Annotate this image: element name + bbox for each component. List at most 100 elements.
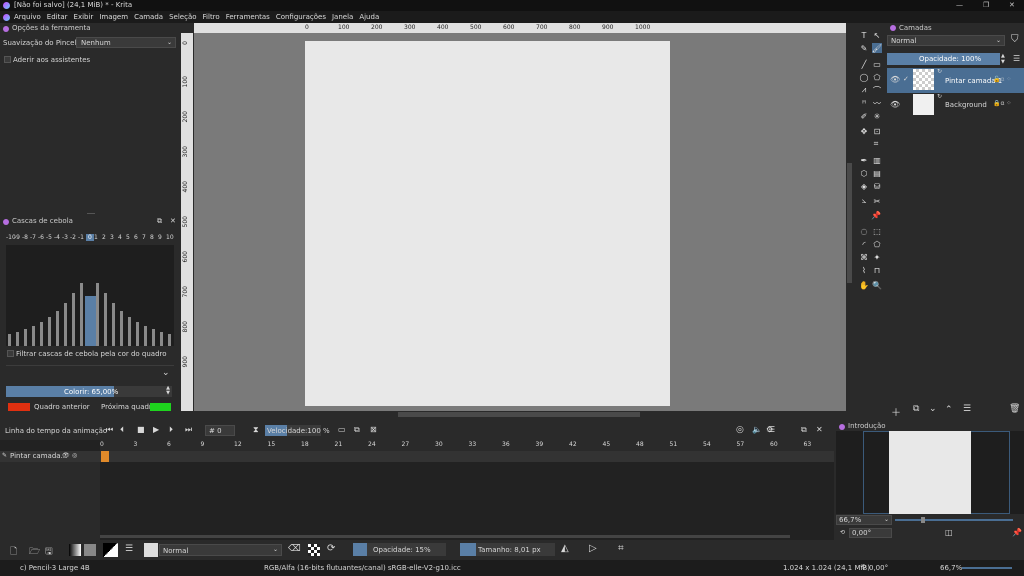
onion-opacity-bar[interactable] bbox=[112, 302, 115, 346]
onion-frame--8[interactable]: -8 bbox=[22, 234, 28, 241]
menu-ajuda[interactable]: Ajuda bbox=[359, 11, 379, 23]
canvas-workspace[interactable]: 0 100 200 300 400 500 600 700 800 900 1000 0 100 200… bbox=[181, 23, 854, 421]
onion-frame--3[interactable]: -3 bbox=[62, 234, 68, 241]
onion-opacity-bar[interactable] bbox=[56, 310, 59, 346]
move-down-icon[interactable]: ⌄ bbox=[929, 404, 937, 414]
save-icon[interactable]: 🖫 bbox=[45, 544, 53, 560]
mirror-vertical-icon[interactable]: ▷ bbox=[589, 543, 597, 554]
horizontal-scrollbar[interactable] bbox=[194, 411, 846, 421]
onion-opacity-bar[interactable] bbox=[168, 333, 171, 346]
pattern-icon[interactable] bbox=[84, 544, 96, 556]
onion-frame--2[interactable]: -2 bbox=[70, 234, 76, 241]
polygon-select-icon[interactable]: ⬠ bbox=[872, 239, 882, 249]
status-zoom-slider[interactable] bbox=[962, 567, 1012, 569]
gradient-icon[interactable] bbox=[69, 544, 81, 556]
onion-opacity-bar[interactable] bbox=[120, 310, 123, 346]
document-canvas[interactable] bbox=[305, 41, 670, 406]
brush-opacity-slider[interactable]: Opacidade: 15% bbox=[353, 543, 446, 556]
onion-opacity-bar[interactable] bbox=[8, 333, 11, 346]
timeline-scroll-thumb[interactable] bbox=[100, 535, 790, 538]
onion-opacity-bar[interactable] bbox=[152, 328, 155, 346]
assistants-checkbox[interactable] bbox=[4, 56, 11, 63]
onion-opacity-bar[interactable] bbox=[24, 328, 27, 346]
onion-opacity-bar[interactable] bbox=[144, 325, 147, 346]
bucket-icon[interactable]: ⛁ bbox=[872, 181, 882, 191]
magnetic-select-icon[interactable]: ⊓ bbox=[872, 265, 882, 275]
menu-imagem[interactable]: Imagem bbox=[99, 11, 128, 23]
onion-frame-0[interactable]: 0 bbox=[86, 234, 94, 241]
reload-preset-icon[interactable]: ⟳ bbox=[327, 543, 335, 554]
onion-frame-8[interactable]: 8 bbox=[150, 234, 154, 241]
last-frame-icon[interactable]: ⏭ bbox=[185, 425, 192, 435]
previous-frame-icon[interactable]: ⏴ bbox=[120, 425, 124, 435]
first-frame-icon[interactable]: ⏮ bbox=[106, 425, 113, 435]
onion-frame-10[interactable]: 10 bbox=[166, 234, 174, 241]
spin-arrows-icon[interactable]: ▲ ▼ bbox=[1001, 53, 1005, 65]
visibility-eye-icon[interactable]: 👁 bbox=[62, 452, 70, 459]
onion-opacity-bar[interactable] bbox=[40, 321, 43, 346]
frame-number-field[interactable]: # 0 bbox=[205, 425, 235, 436]
previous-frame-color-swatch[interactable] bbox=[8, 403, 30, 411]
add-frame-icon[interactable]: ▭ bbox=[338, 425, 346, 434]
measure-tool-icon[interactable]: ⦣ bbox=[859, 196, 869, 206]
onion-opacity-bar[interactable] bbox=[85, 295, 97, 346]
multibrush-icon[interactable]: ✳ bbox=[872, 111, 882, 121]
duplicate-layer-icon[interactable]: ⧉ bbox=[913, 404, 919, 414]
bezier-select-icon[interactable]: ⌇ bbox=[859, 265, 869, 275]
close-panel-icon[interactable]: ✕ bbox=[170, 217, 176, 225]
onion-frame-1[interactable]: 1 bbox=[94, 234, 98, 241]
float-panel-icon[interactable]: ⧉ bbox=[801, 425, 807, 435]
gradient-tool-icon[interactable]: ▤ bbox=[872, 168, 882, 178]
v-scroll-thumb[interactable] bbox=[847, 163, 852, 283]
layer-opacity-slider[interactable]: Opacidade: 100% bbox=[887, 53, 1000, 65]
brush-size-slider[interactable]: Tamanho: 8,01 px bbox=[460, 543, 555, 556]
duplicate-frame-icon[interactable]: ⧉ bbox=[354, 425, 360, 435]
maximize-button[interactable]: ❐ bbox=[983, 1, 989, 9]
vertical-scrollbar[interactable] bbox=[846, 33, 854, 411]
new-document-icon[interactable]: 🗋 bbox=[10, 544, 17, 560]
next-frame-color-swatch[interactable] bbox=[150, 403, 171, 411]
mirror-horizontal-icon[interactable]: ◭ bbox=[561, 543, 569, 554]
timeline-frames-track[interactable] bbox=[100, 451, 834, 462]
line-tool-icon[interactable]: ╱ bbox=[859, 59, 869, 69]
onion-opacity-bar[interactable] bbox=[48, 316, 51, 346]
menu-editar[interactable]: Editar bbox=[47, 11, 68, 23]
pin-icon[interactable]: 📌 bbox=[1012, 528, 1022, 537]
layer-name[interactable]: Background bbox=[945, 101, 987, 109]
onion-frame-2[interactable]: 2 bbox=[102, 234, 106, 241]
text-tool-icon[interactable]: T bbox=[859, 30, 869, 40]
filter-checkbox[interactable] bbox=[7, 350, 14, 357]
onion-frame--5[interactable]: -5 bbox=[46, 234, 52, 241]
menu-ferramentas[interactable]: Ferramentas bbox=[226, 11, 270, 23]
dynamic-brush-icon[interactable]: ✐ bbox=[859, 111, 869, 121]
onion-opacity-bar[interactable] bbox=[80, 283, 83, 346]
close-button[interactable]: ✕ bbox=[1009, 1, 1015, 9]
close-panel-icon[interactable]: ✕ bbox=[816, 425, 823, 434]
smoothing-select[interactable]: Nenhum ⌄ bbox=[76, 37, 176, 48]
timeline-ruler[interactable]: 0 3 6 9 12 15 18 21 24 27 30 33 36 39 42 45 48 51 54 57 60 63 bbox=[100, 440, 834, 451]
onion-opacity-bar[interactable] bbox=[72, 293, 75, 346]
h-scroll-thumb[interactable] bbox=[398, 412, 640, 417]
menu-configuracoes[interactable]: Configurações bbox=[276, 11, 326, 23]
properties-icon[interactable]: ☰ bbox=[963, 404, 971, 414]
onion-frame--4[interactable]: -4 bbox=[54, 234, 60, 241]
polygon-tool-icon[interactable]: ⬠ bbox=[872, 72, 882, 82]
onion-opacity-bar[interactable] bbox=[160, 331, 163, 346]
crop-tool-icon[interactable]: ⌗ bbox=[871, 139, 881, 149]
timeline-layer-row[interactable]: ✎ Pintar camada... 👁 ◎ bbox=[0, 451, 100, 462]
current-frame-cell[interactable] bbox=[101, 451, 109, 462]
visibility-eye-icon[interactable]: 👁 bbox=[890, 100, 900, 109]
onion-frame-6[interactable]: 6 bbox=[134, 234, 138, 241]
lock-icon[interactable]: 🔓α ⁘ bbox=[993, 76, 1011, 83]
brush-preset-icon[interactable] bbox=[144, 543, 158, 557]
brush-settings-icon[interactable]: ☰ bbox=[125, 544, 133, 554]
fill-tool-icon[interactable]: ⬡ bbox=[859, 168, 869, 178]
onion-opacity-bar[interactable] bbox=[128, 316, 131, 346]
onion-skin-icon[interactable]: ◎ bbox=[72, 452, 77, 459]
layer-item[interactable]: 👁 ✓ ↻ Pintar camada 1 🔓α ⁘ bbox=[887, 68, 1024, 93]
menu-arquivo[interactable]: Arquivo bbox=[14, 11, 41, 23]
bezier-tool-icon[interactable]: ꟸ bbox=[859, 98, 869, 108]
fg-bg-color-icon[interactable] bbox=[103, 543, 118, 557]
pan-tool-icon[interactable]: ✋ bbox=[859, 280, 869, 290]
overview-zoom-select[interactable]: 66,7% ⌄ bbox=[836, 515, 892, 525]
